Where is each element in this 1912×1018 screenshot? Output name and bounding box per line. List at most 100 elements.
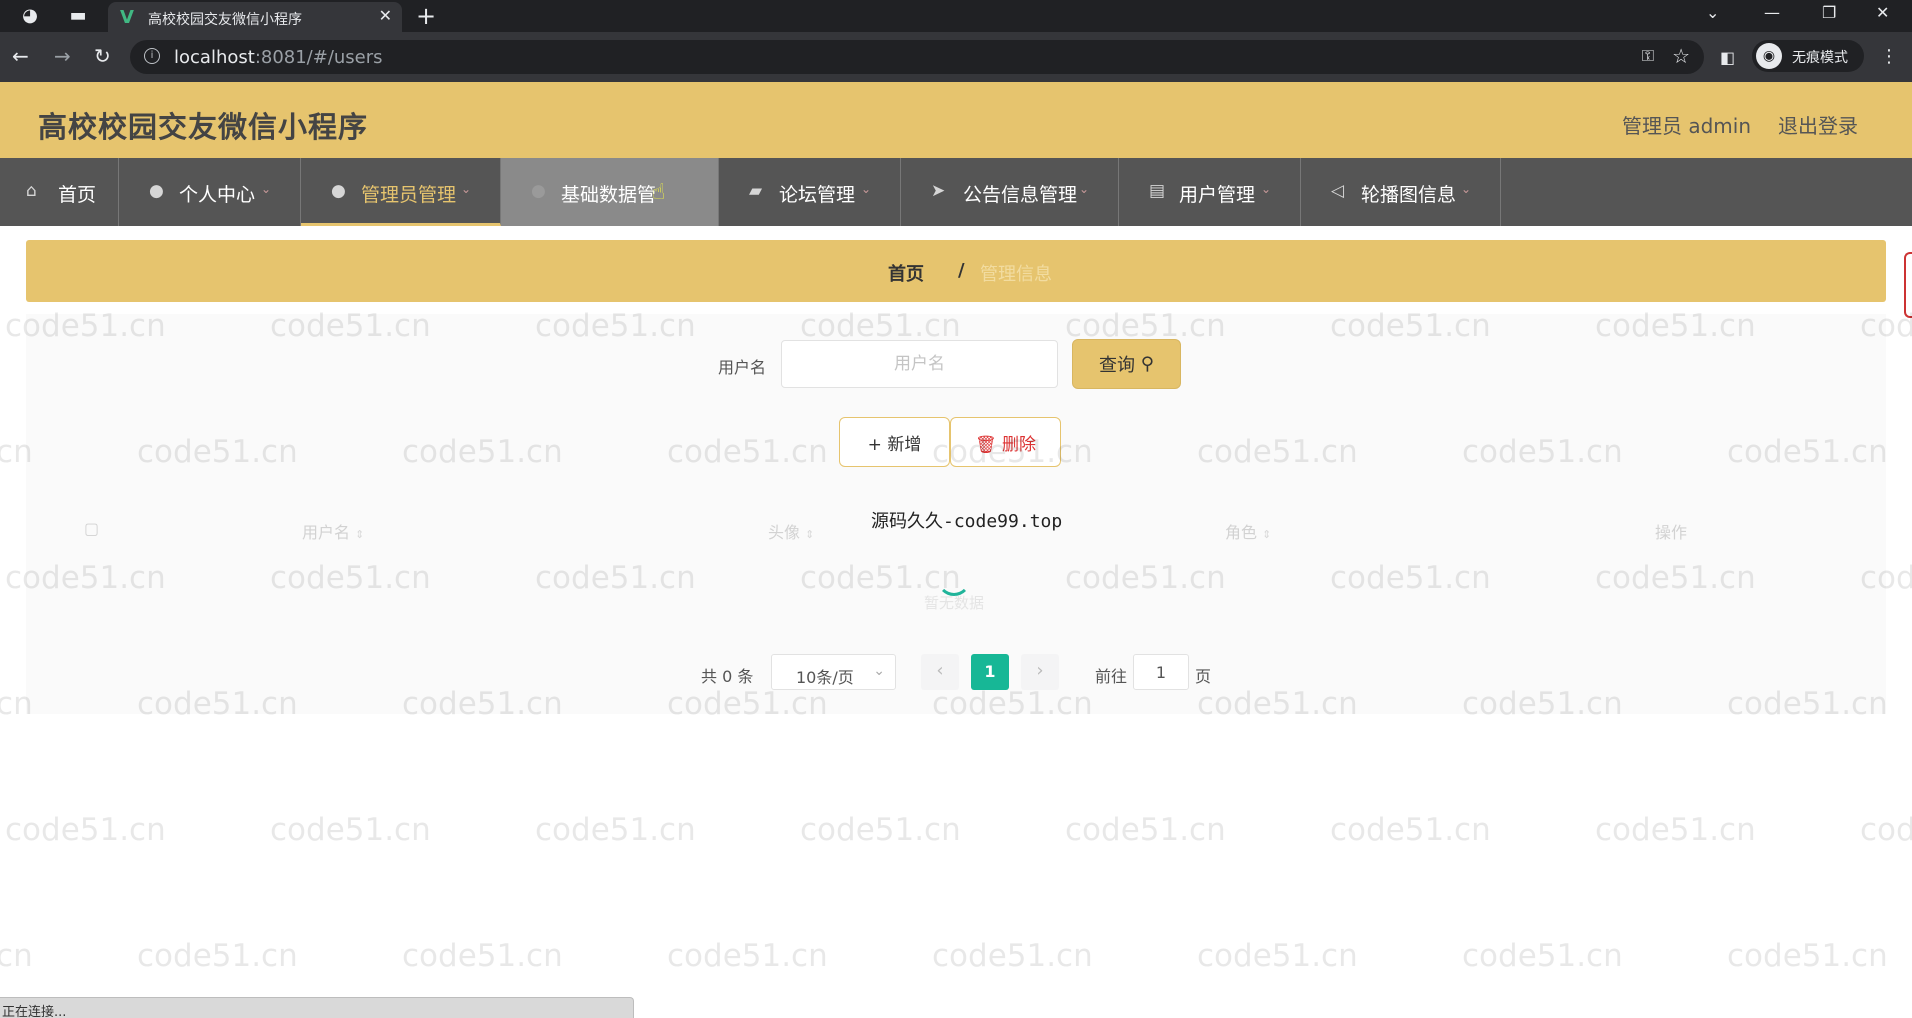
- page-size-value: 10条/页: [796, 668, 854, 687]
- column-header-username[interactable]: 用户名 ⇕: [302, 519, 364, 543]
- vue-logo-icon: V: [120, 7, 134, 28]
- screen: ◕ ▬ V 高校校园交友微信小程序 ✕ + ⌄ — ❐ ✕ ← → ↻ i lo…: [0, 0, 1912, 1018]
- search-icon: ⚲: [1140, 353, 1154, 375]
- nav-item-admin-management[interactable]: ● 管理员管理 ⌄: [301, 158, 501, 226]
- prev-page-button[interactable]: ‹: [921, 654, 959, 690]
- add-button-label: 新增: [887, 434, 922, 455]
- logout-link[interactable]: 退出登录: [1778, 110, 1858, 139]
- incognito-badge[interactable]: ◉ 无痕模式: [1752, 40, 1864, 72]
- column-header-label: 角色: [1225, 523, 1258, 542]
- chevron-down-icon: ⌄: [261, 182, 272, 196]
- watermark-text: code51.cn: [1462, 938, 1623, 974]
- app-header: 高校校园交友微信小程序 管理员 admin 退出登录: [0, 82, 1912, 158]
- nav-item-label: 首页: [58, 184, 97, 206]
- browser-profile-icon[interactable]: ◕: [18, 4, 42, 28]
- briefcase-icon: ▰: [749, 181, 763, 201]
- watermark-text: code51.cn: [932, 938, 1093, 974]
- watermark-text: code51.cn: [270, 812, 431, 848]
- delete-button[interactable]: 🗑 删除: [950, 417, 1061, 467]
- column-header-avatar[interactable]: 头像 ⇕: [768, 519, 814, 543]
- back-arrow-icon[interactable]: ←: [12, 44, 29, 68]
- chevron-down-icon: ⌄: [461, 182, 472, 196]
- new-tab-icon[interactable]: +: [416, 2, 436, 30]
- watermark-text: code51.cn: [5, 812, 166, 848]
- nav-item-carousel[interactable]: ◁ 轮播图信息 ⌄: [1301, 158, 1501, 226]
- nav-item-personal-center[interactable]: ● 个人中心 ⌄: [119, 158, 301, 226]
- window-close-icon[interactable]: ✕: [1876, 3, 1889, 22]
- watermark-text: code51.cn: [800, 812, 961, 848]
- watermark-text: code51.cn: [0, 938, 33, 974]
- goto-suffix: 页: [1195, 667, 1212, 686]
- side-drawer-handle[interactable]: [1904, 252, 1912, 318]
- restore-icon[interactable]: ❐: [1822, 3, 1836, 22]
- nav-item-label: 公告信息管理: [963, 184, 1078, 206]
- password-key-icon[interactable]: ⚿: [1642, 46, 1654, 66]
- browser-menu-icon[interactable]: ⋮: [1880, 46, 1898, 67]
- url-path: :8081/#/users: [254, 47, 383, 68]
- table-select-all[interactable]: ▢: [84, 519, 99, 538]
- nav-item-user-management[interactable]: ▤ 用户管理 ⌄: [1119, 158, 1301, 226]
- watermark-text: code51.cn: [1065, 812, 1226, 848]
- nav-item-label: 个人中心: [179, 184, 256, 206]
- chevron-down-icon: ⌄: [861, 182, 872, 196]
- tab-list-chevron-icon[interactable]: ⌄: [1706, 3, 1719, 22]
- next-page-button[interactable]: ›: [1021, 654, 1059, 690]
- main-nav: ⌂ 首页 ● 个人中心 ⌄ ● 管理员管理 ⌄ ● 基础数据管 ▰ 论坛管理 ⌄…: [0, 158, 1912, 226]
- username-search-input[interactable]: [781, 340, 1058, 388]
- nav-item-label: 管理员管理: [361, 184, 457, 206]
- url-text[interactable]: localhost:8081/#/users: [174, 47, 383, 68]
- nav-item-label: 基础数据管: [561, 184, 657, 206]
- nav-item-notice[interactable]: ➤ 公告信息管理 ⌄: [901, 158, 1119, 226]
- breadcrumb-home[interactable]: 首页: [888, 260, 924, 286]
- incognito-icon: ◉: [1756, 43, 1782, 69]
- column-header-label: 用户名: [302, 523, 351, 542]
- forward-arrow-icon[interactable]: →: [54, 44, 71, 68]
- watermark-text: code51.cn: [1197, 938, 1358, 974]
- browser-status-bubble: 正在连接...: [0, 997, 634, 1018]
- query-button[interactable]: 查询 ⚲: [1072, 339, 1181, 389]
- breadcrumb: 首页 / 管理信息: [26, 240, 1886, 302]
- goto-prefix: 前往: [1095, 667, 1128, 686]
- clipboard-icon: ▤: [1149, 181, 1166, 201]
- page-size-select[interactable]: 10条/页 ⌄: [771, 654, 896, 690]
- sort-icon: ⇕: [355, 528, 365, 541]
- incognito-label: 无痕模式: [1792, 50, 1848, 66]
- nav-item-label: 用户管理: [1179, 184, 1256, 206]
- person-icon: ●: [531, 181, 546, 201]
- nav-item-basic-data[interactable]: ● 基础数据管: [501, 158, 719, 226]
- trash-icon: 🗑: [975, 434, 997, 455]
- watermark-text: code51.cn: [1330, 812, 1491, 848]
- search-label: 用户名: [718, 358, 767, 377]
- side-panel-icon[interactable]: ◧: [1720, 48, 1735, 67]
- mouse-pointer-icon: ☝: [652, 180, 666, 205]
- nav-item-label: 论坛管理: [779, 184, 856, 206]
- watermark-text: code51.cn: [1727, 938, 1888, 974]
- app-title: 高校校园交友微信小程序: [38, 110, 369, 144]
- column-header-actions: 操作: [1655, 523, 1688, 542]
- browser-tab[interactable]: V 高校校园交友微信小程序 ✕: [108, 2, 402, 32]
- sort-icon: ⇕: [1262, 528, 1272, 541]
- overlay-annotation: 源码久久-code99.top: [871, 511, 1063, 532]
- site-info-icon[interactable]: i: [144, 48, 160, 64]
- tab-search-icon[interactable]: ▬: [66, 4, 90, 28]
- address-bar[interactable]: i localhost:8081/#/users ⚿ ☆: [130, 40, 1704, 74]
- query-button-label: 查询: [1099, 355, 1136, 376]
- chevron-down-icon: ⌄: [1261, 182, 1272, 196]
- column-header-role[interactable]: 角色 ⇕: [1225, 519, 1271, 543]
- goto-page-input[interactable]: [1133, 654, 1189, 690]
- watermark-text: code51.cn: [1595, 812, 1756, 848]
- person-icon: ●: [331, 181, 346, 201]
- add-button[interactable]: + 新增: [839, 417, 950, 467]
- column-header-label: 头像: [768, 523, 801, 542]
- home-icon: ⌂: [26, 181, 37, 201]
- nav-item-home[interactable]: ⌂ 首页: [0, 158, 119, 226]
- delete-button-label: 删除: [1002, 434, 1036, 455]
- minimize-icon[interactable]: —: [1764, 3, 1780, 22]
- close-tab-icon[interactable]: ✕: [379, 6, 392, 25]
- nav-item-forum[interactable]: ▰ 论坛管理 ⌄: [719, 158, 901, 226]
- reload-icon[interactable]: ↻: [94, 44, 111, 68]
- bookmark-star-icon[interactable]: ☆: [1672, 44, 1690, 68]
- chevron-down-icon: ⌄: [1461, 182, 1472, 196]
- page-number-current[interactable]: 1: [971, 654, 1009, 690]
- sort-icon: ⇕: [805, 528, 815, 541]
